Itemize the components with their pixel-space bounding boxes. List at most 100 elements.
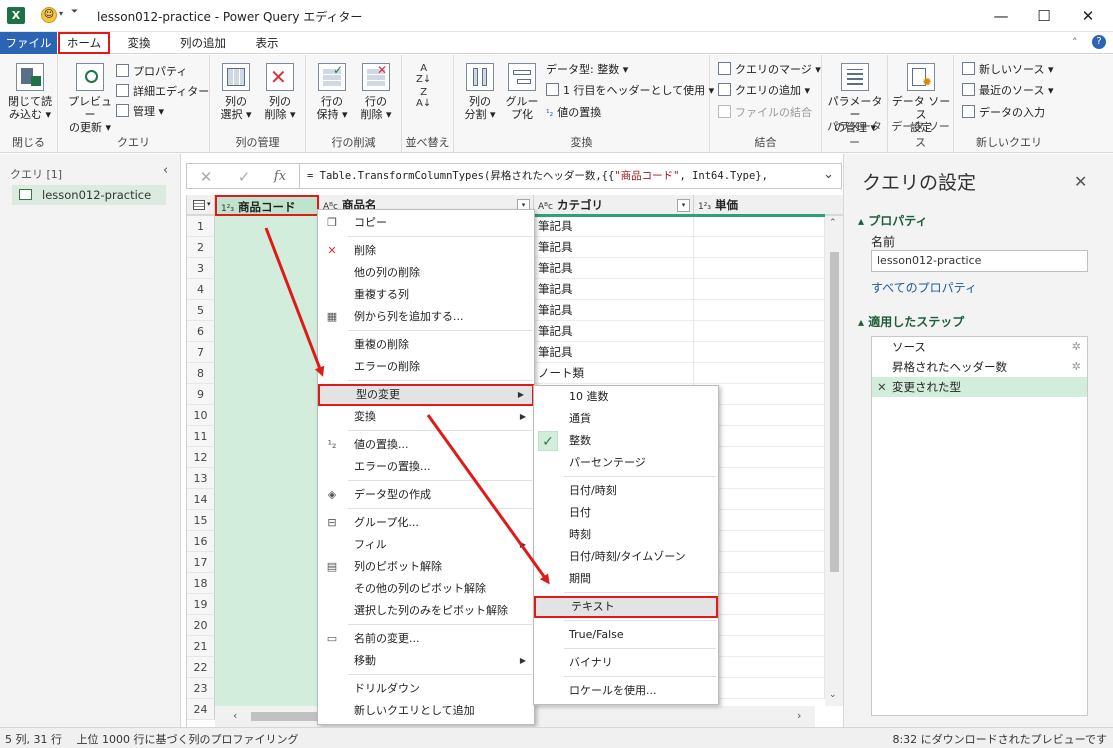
type-option[interactable]: バイナリ [534, 652, 718, 674]
menu-item[interactable]: ❐ コピー [318, 212, 534, 234]
type-option[interactable]: テキスト [534, 596, 718, 618]
step-source[interactable]: ソース ✲ [872, 337, 1087, 357]
applied-steps-header[interactable]: ▴ 適用したステップ [858, 313, 964, 330]
vertical-scrollbar[interactable]: ⌃ ⌄ [825, 216, 843, 706]
menu-item[interactable]: ドリルダウン [318, 678, 534, 700]
gear-icon[interactable]: ✲ [1072, 357, 1081, 377]
menu-item[interactable]: ▦ 例から列を追加する... [318, 306, 534, 328]
tab-transform[interactable]: 変換 [117, 32, 161, 54]
close-button[interactable]: ✕ [1068, 5, 1108, 27]
close-and-load-button[interactable]: 閉じて読 み込む ▾ [6, 63, 54, 121]
menu-item[interactable]: 型の変更 ▶ [318, 384, 534, 406]
expand-formula-icon[interactable]: ⌄ [823, 167, 834, 182]
type-option[interactable]: True/False [534, 624, 718, 646]
type-option[interactable]: 10 進数 [534, 386, 718, 408]
manage-button[interactable]: 管理 ▾ [116, 103, 164, 121]
row-number[interactable]: 20 [187, 615, 215, 636]
row-number[interactable]: 19 [187, 594, 215, 615]
type-option[interactable]: 期間 [534, 568, 718, 590]
cancel-formula-icon[interactable]: ✕ [191, 166, 221, 188]
type-option[interactable]: 整数 [534, 430, 718, 452]
collapse-ribbon-icon[interactable]: ˄ [1072, 36, 1078, 49]
type-option[interactable]: パーセンテージ [534, 452, 718, 474]
choose-columns-button[interactable]: 列の 選択 ▾ [214, 63, 258, 121]
tab-file[interactable]: ファイル [0, 32, 57, 54]
customize-qat-icon[interactable]: ⏷ [71, 7, 78, 17]
minimize-button[interactable]: — [981, 5, 1021, 27]
menu-item[interactable]: フィル ▶ [318, 534, 534, 556]
type-option[interactable]: ロケールを使用... [534, 680, 718, 702]
cell-unit-price[interactable] [694, 258, 825, 279]
row-number[interactable]: 11 [187, 426, 215, 447]
row-number[interactable]: 2 [187, 237, 215, 258]
row-number[interactable]: 5 [187, 300, 215, 321]
append-queries-button[interactable]: クエリの追加 ▾ [718, 82, 810, 100]
cell-unit-price[interactable] [694, 216, 825, 237]
close-pane-icon[interactable]: ✕ [1074, 172, 1087, 191]
cell-unit-price[interactable] [694, 363, 825, 384]
cell-category[interactable]: 筆記具 [534, 237, 694, 258]
row-number[interactable]: 13 [187, 468, 215, 489]
properties-button[interactable]: プロパティ [116, 63, 187, 81]
use-first-row-button[interactable]: 1 行目をヘッダーとして使用 ▾ [546, 82, 714, 100]
column-header-category[interactable]: Aᴮc カテゴリ [534, 195, 694, 216]
menu-item[interactable]: 重複する列 [318, 284, 534, 306]
group-by-button[interactable]: グルー プ化 [502, 63, 542, 121]
fx-icon[interactable]: fx [265, 166, 295, 188]
row-number[interactable]: 10 [187, 405, 215, 426]
row-number[interactable]: 14 [187, 489, 215, 510]
chevron-down-icon[interactable]: ▾ [59, 9, 63, 18]
accept-formula-icon[interactable]: ✓ [229, 166, 259, 188]
row-number[interactable]: 6 [187, 321, 215, 342]
step-promoted-headers[interactable]: 昇格されたヘッダー数 ✲ [872, 357, 1087, 377]
remove-rows-button[interactable]: ✕ 行の 削除 ▾ [354, 63, 398, 121]
keep-rows-button[interactable]: ✓ 行の 保持 ▾ [310, 63, 354, 121]
row-number[interactable]: 9 [187, 384, 215, 405]
cell-category[interactable]: 筆記具 [534, 279, 694, 300]
cell-category[interactable]: 筆記具 [534, 342, 694, 363]
menu-item[interactable]: ◈ データ型の作成 [318, 484, 534, 506]
feedback-smiley-icon[interactable]: ☺ [41, 7, 57, 23]
row-number[interactable]: 4 [187, 279, 215, 300]
advanced-editor-button[interactable]: 詳細エディター [116, 83, 209, 101]
row-number[interactable]: 12 [187, 447, 215, 468]
row-number[interactable]: 21 [187, 636, 215, 657]
menu-item[interactable]: 変換 ▶ [318, 406, 534, 428]
scroll-up-icon[interactable]: ⌃ [829, 218, 837, 228]
combine-files-button[interactable]: ファイルの結合 [718, 104, 812, 122]
row-number[interactable]: 17 [187, 552, 215, 573]
menu-item[interactable]: 重複の削除 [318, 334, 534, 356]
properties-section-header[interactable]: ▴ プロパティ [858, 212, 927, 229]
row-number[interactable]: 23 [187, 678, 215, 699]
query-name-input[interactable]: lesson012-practice [871, 250, 1088, 272]
type-option[interactable]: 日付/時刻/タイムゾーン [534, 546, 718, 568]
merge-queries-button[interactable]: クエリのマージ ▾ [718, 61, 821, 79]
refresh-preview-button[interactable]: プレビュー の更新 ▾ [64, 63, 116, 134]
row-number[interactable]: 16 [187, 531, 215, 552]
menu-item[interactable]: ▤ 列のピボット解除 [318, 556, 534, 578]
cell-unit-price[interactable] [694, 342, 825, 363]
step-changed-type[interactable]: ✕ 変更された型 [872, 377, 1087, 397]
menu-item[interactable]: 他の列の削除 [318, 262, 534, 284]
cell-category[interactable]: 筆記具 [534, 216, 694, 237]
new-source-button[interactable]: 新しいソース ▾ [962, 61, 1053, 79]
remove-columns-button[interactable]: ✕ 列の 削除 ▾ [258, 63, 302, 121]
cell-unit-price[interactable] [694, 321, 825, 342]
table-menu-icon[interactable]: ▾ [187, 195, 215, 216]
delete-step-icon[interactable]: ✕ [877, 377, 887, 397]
row-number[interactable]: 22 [187, 657, 215, 678]
scroll-left-icon[interactable]: ‹ [233, 709, 237, 722]
row-number[interactable]: 15 [187, 510, 215, 531]
replace-values-button[interactable]: ¹₂ 値の置換 [546, 104, 601, 122]
menu-item[interactable]: ✕ 削除 [318, 240, 534, 262]
cell-category[interactable]: ノート類 [534, 363, 694, 384]
formula-text[interactable]: = Table.TransformColumnTypes(昇格されたヘッダー数,… [307, 168, 768, 183]
cell-category[interactable]: 筆記具 [534, 321, 694, 342]
collapse-pane-icon[interactable]: ‹ [163, 163, 168, 178]
sort-descending-icon[interactable]: Z A↓ [416, 87, 431, 109]
row-number[interactable]: 8 [187, 363, 215, 384]
scroll-right-icon[interactable]: › [797, 709, 801, 722]
menu-item[interactable]: ¹₂ 値の置換... [318, 434, 534, 456]
menu-item[interactable]: エラーの置換... [318, 456, 534, 478]
cell-category[interactable]: 筆記具 [534, 258, 694, 279]
